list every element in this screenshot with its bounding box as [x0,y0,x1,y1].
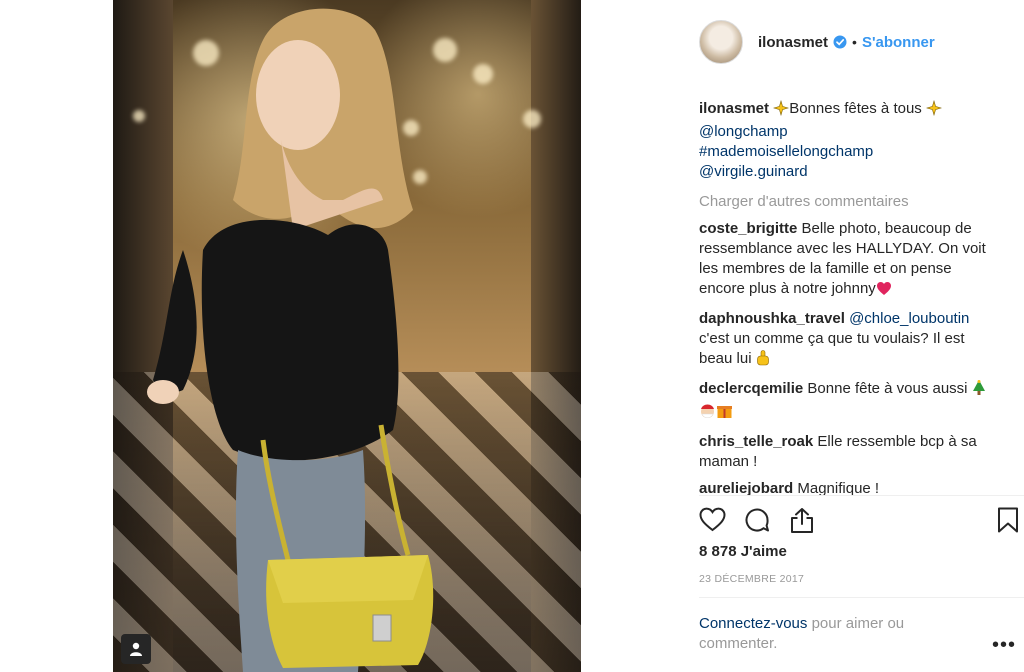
heart-icon [699,507,726,532]
comment-username[interactable]: coste_brigitte [699,220,797,237]
comment-username[interactable]: chris_telle_roak [699,433,813,450]
tagged-users-button[interactable] [121,634,151,664]
save-button[interactable] [997,507,1019,538]
login-prompt: Connectez-vous pour aimer ou commenter. [699,614,979,654]
verified-badge-icon [833,35,847,49]
comment-item: aureliejobard Magnifique ! [699,479,999,499]
bookmark-icon [998,507,1018,533]
header-separator: • [852,34,857,50]
woman-figure-illustration [147,8,434,672]
gift-emoji-icon [716,402,733,425]
caption-text: Bonnes fêtes à tous [789,100,922,117]
christmas-tree-emoji-icon [972,380,986,402]
load-more-comments-button[interactable]: Charger d'autres commentaires [699,192,999,212]
action-bar [699,505,1024,537]
heart-emoji-icon [876,281,892,302]
caption-tag-hashtag[interactable]: #mademoisellelongchamp [699,142,999,162]
comment-item: daphnoushka_travel @chloe_louboutin c'es… [699,309,999,372]
section-divider [699,597,1024,598]
like-button[interactable] [699,507,726,537]
comment-username[interactable]: declercqemilie [699,380,803,397]
comment-text: Bonne fête à vous aussi [807,380,968,397]
comment-icon [745,508,769,532]
post-details-panel: ilonasmet • S'abonner ilonasmet Bonnes f… [699,0,1024,672]
post-date[interactable]: 23 DÉCEMBRE 2017 [699,573,804,585]
pointing-finger-emoji-icon [756,350,770,372]
header-username[interactable]: ilonasmet [758,34,828,51]
section-divider [699,495,1024,496]
login-link[interactable]: Connectez-vous [699,615,807,632]
santa-emoji-icon [699,402,716,425]
likes-count[interactable]: 8 878 J'aime [699,543,787,560]
post-header: ilonasmet • S'abonner [699,20,935,64]
comment-username[interactable]: daphnoushka_travel [699,310,845,327]
follow-button[interactable]: S'abonner [862,34,935,51]
comment-item: declercqemilie Bonne fête à vous aussi [699,379,999,425]
share-button[interactable] [789,507,815,539]
post-photo[interactable] [113,0,581,672]
share-icon [791,508,813,533]
caption-tag-virgile[interactable]: @virgile.guinard [699,162,999,182]
comment-mention[interactable]: @chloe_louboutin [849,310,969,327]
comment-button[interactable] [744,507,770,538]
caption-username[interactable]: ilonasmet [699,100,769,117]
caption-tag-longchamp[interactable]: @longchamp [699,122,999,142]
more-options-button[interactable]: ••• [992,634,1016,657]
avatar[interactable] [699,20,743,64]
sparkles-emoji-icon [773,99,790,122]
comment-text: c'est un comme ça que tu voulais? Il est… [699,330,965,367]
post-caption: ilonasmet Bonnes fêtes à tous @longchamp… [699,99,999,182]
comment-item: coste_brigitte Belle photo, beaucoup de … [699,219,999,302]
sparkles-emoji-icon [925,99,943,122]
user-tag-icon [130,642,142,656]
comments-list: ilonasmet Bonnes fêtes à tous @longchamp… [699,99,999,506]
comment-item: chris_telle_roak Elle ressemble bcp à sa… [699,432,999,472]
